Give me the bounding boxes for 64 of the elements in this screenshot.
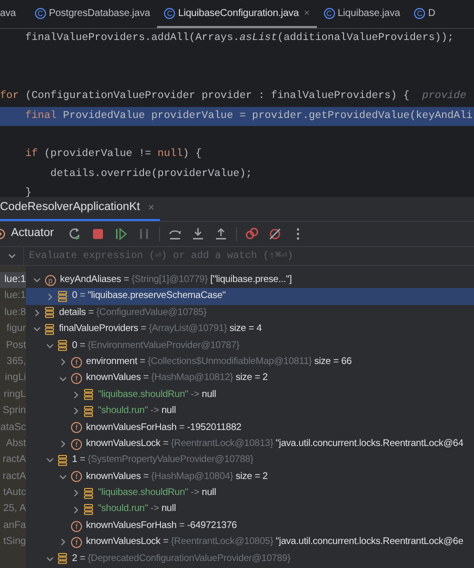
tree-row[interactable]: 1 = {SystemPropertyValueProvider@10788}: [26, 452, 474, 469]
chevron-right-icon[interactable]: [71, 504, 81, 515]
tree-row[interactable]: 0 = "liquibase.preserveSchemaCase": [26, 288, 474, 305]
variable-icon: [58, 340, 67, 352]
step-out-icon[interactable]: [214, 227, 228, 241]
code-line: }: [24, 186, 33, 197]
variable-text: "should.run" -> null: [98, 502, 176, 516]
actuator-tab[interactable]: Actuator: [0, 225, 54, 243]
step-into-icon[interactable]: [190, 227, 205, 241]
chevron-down-icon: [7, 251, 17, 261]
variable-icon: [58, 291, 67, 302]
variable-text: knownValuesForHash = -1952011882: [86, 420, 242, 435]
variable-icon: [45, 307, 54, 318]
tree-row[interactable]: finalValueProviders = {ArrayList@10791} size = 4: [26, 321, 474, 338]
variable-text: "liquibase.shouldRun" -> null: [98, 388, 216, 402]
variable-text: 2 = {DeprecatedConfigurationValueProvider@10789}: [72, 552, 290, 566]
variable-text: environment = {Collections$UnmodifiableMap@10811} size = 66: [86, 354, 352, 369]
tree-row[interactable]: "should.run" -> null: [26, 403, 474, 420]
variable-icon: [84, 389, 93, 400]
mute-breakpoints-icon[interactable]: [268, 227, 282, 241]
tree-row[interactable]: "liquibase.shouldRun" -> null: [26, 485, 474, 502]
variable-icon: [84, 504, 93, 516]
chevron-right-icon[interactable]: [58, 439, 68, 450]
chevron-right-icon[interactable]: [71, 406, 81, 416]
tree-row[interactable]: 0 = {EnvironmentValueProvider@10787}: [26, 338, 474, 354]
code-line: finalValueProviders.addAll(Arrays.asList(additionalValueProviders));: [24, 31, 455, 46]
variable-text: 1 = {SystemPropertyValueProvider@10788}: [72, 453, 254, 468]
chevron-right-icon[interactable]: [58, 537, 68, 548]
chevron-right-icon[interactable]: [32, 308, 42, 318]
variable-text: keyAndAliases = {String[1]@10779} ["liquibase.prese..."]: [60, 273, 292, 287]
variable-text: 0 = "liquibase.preserveSchemaCase": [72, 289, 226, 304]
chevron-right-icon[interactable]: [45, 292, 55, 302]
code-line: details.override(providerValue);: [49, 166, 254, 182]
chevron-right-icon[interactable]: [71, 390, 81, 400]
variable-icon: [84, 488, 93, 499]
variable-text: details = {ConfiguredValue@10785}: [59, 306, 207, 320]
code-line: if (providerValue != null) {: [24, 147, 203, 162]
variable-text: "liquibase.shouldRun" -> null: [98, 486, 216, 500]
variable-icon: [58, 454, 67, 466]
tree-row[interactable]: 2 = {DeprecatedConfigurationValueProvider@10789}: [26, 550, 474, 568]
variable-text: knownValuesForHash = -649721376: [86, 518, 237, 533]
variable-text: knownValues = {HashMap@10812} size = 2: [86, 371, 268, 386]
frame-item[interactable]: lue:1: [0, 272, 26, 288]
chevron-right-icon[interactable]: [71, 488, 81, 498]
chevron-right-icon[interactable]: [58, 357, 68, 368]
variable-icon: [58, 553, 67, 564]
tree-row[interactable]: "liquibase.shouldRun" -> null: [26, 386, 474, 404]
variable-icon: [45, 324, 54, 335]
variable-text: "should.run" -> null: [98, 404, 176, 418]
variable-text: 0 = {EnvironmentValueProvider@10787}: [72, 338, 240, 353]
tree-row[interactable]: details = {ConfiguredValue@10785}: [26, 304, 474, 322]
breakpoints-icon[interactable]: [244, 227, 259, 241]
variable-text: knownValues = {HashMap@10804} size = 2: [86, 470, 268, 484]
tree-row[interactable]: "should.run" -> null: [26, 501, 474, 518]
variable-text: knownValuesLock = {ReentrantLock@10805} "java.util.concurrent.locks.ReentrantLock@6e: [86, 535, 464, 550]
debug-tab[interactable]: CodeResolverApplicationKt ×: [0, 197, 160, 221]
editor-tab[interactable]: ava: [0, 0, 28, 28]
code-line: for (ConfigurationValueProvider provider : finalValueProviders) { provide: [0, 89, 468, 104]
resume-icon[interactable]: [114, 227, 128, 241]
rerun-icon[interactable]: [68, 227, 82, 241]
variable-icon: [84, 406, 93, 417]
stop-icon[interactable]: [90, 227, 105, 241]
variable-text: knownValuesLock = {ReentrantLock@10813} "java.util.concurrent.locks.ReentrantLock@64: [86, 436, 464, 451]
variable-text: finalValueProviders = {ArrayList@10791} size = 4: [59, 322, 262, 336]
